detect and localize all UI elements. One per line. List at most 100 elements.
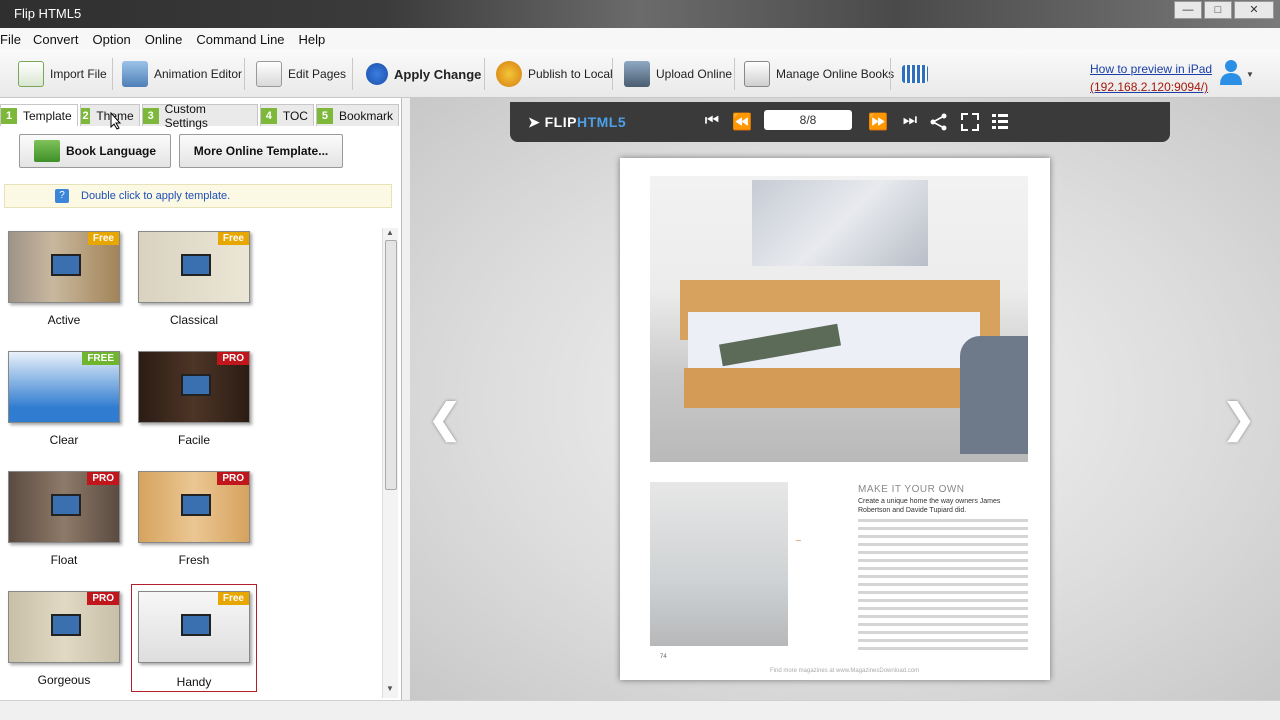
close-button[interactable]: ✕	[1234, 1, 1274, 19]
logo-arrow-icon: ➤	[528, 114, 545, 130]
template-thumbnail: PRO	[8, 471, 120, 543]
maximize-button[interactable]: □	[1204, 1, 1232, 19]
tab-template[interactable]: 1 Template	[0, 104, 78, 126]
text-line	[858, 647, 1028, 650]
bathroom-photo	[650, 482, 788, 646]
page-number-field[interactable]: 8/8	[764, 110, 852, 130]
template-card[interactable]: FREE Clear	[6, 348, 124, 448]
status-bar	[0, 700, 1280, 720]
menu-option[interactable]: Option	[92, 32, 144, 47]
scroll-up-icon[interactable]: ▲	[386, 228, 394, 237]
logo-part-html5: HTML5	[576, 114, 627, 130]
text-line	[858, 623, 1028, 626]
more-online-template-button[interactable]: More Online Template...	[179, 134, 343, 168]
tab-label: Custom Settings	[164, 101, 208, 130]
edit-pages-button[interactable]: Edit Pages	[256, 56, 346, 92]
tab-bookmark[interactable]: 5 Bookmark	[315, 104, 399, 126]
text-line	[858, 527, 1028, 530]
monitor-icon	[181, 254, 211, 276]
publish-to-local-button[interactable]: Publish to Local	[496, 56, 613, 92]
menu-online[interactable]: Online	[145, 32, 197, 47]
preview-ipad-link[interactable]: How to preview in iPad (192.168.2.120:90…	[1090, 60, 1212, 96]
article-column: MAKE IT YOUR OWN Create a unique home th…	[858, 484, 1028, 655]
text-line	[858, 559, 1028, 562]
window-titlebar: Flip HTML5 — □ ✕	[0, 0, 1280, 28]
template-card[interactable]: PRO Fresh	[136, 468, 254, 568]
template-name: Float	[50, 553, 78, 567]
previous-page-icon[interactable]: ⏪	[732, 112, 752, 132]
tab-number: 4	[260, 107, 277, 124]
template-name: Active	[47, 313, 81, 327]
tab-custom-settings[interactable]: 3 Custom Settings	[141, 102, 258, 130]
template-scrollbar[interactable]: ▲ ▼	[382, 228, 398, 698]
animation-editor-button[interactable]: Animation Editor	[122, 56, 242, 92]
upload-online-icon	[624, 61, 650, 87]
template-card[interactable]: PRO Float	[6, 468, 124, 568]
tab-label: Bookmark	[338, 108, 393, 123]
next-page-icon[interactable]: ⏩	[868, 112, 888, 132]
menu-convert[interactable]: Convert	[33, 32, 93, 47]
flip-html5-logo: ➤ FLIPHTML5	[528, 114, 626, 131]
monitor-icon	[181, 374, 211, 396]
monitor-icon	[51, 614, 81, 636]
tab-toc[interactable]: 4 TOC	[259, 104, 314, 126]
first-page-icon[interactable]: ⏮	[702, 112, 722, 130]
manage-books-icon	[744, 61, 770, 87]
share-icon[interactable]	[930, 113, 948, 131]
thumbnails-icon[interactable]	[991, 113, 1009, 131]
cart-button[interactable]	[902, 56, 928, 92]
window-title: Flip HTML5	[14, 6, 82, 21]
template-thumbnail: PRO	[138, 351, 250, 423]
apply-change-label: Apply Change	[394, 66, 482, 82]
fullscreen-icon[interactable]	[961, 113, 979, 131]
tab-number: 1	[1, 107, 17, 124]
tab-number: 5	[316, 107, 333, 124]
apply-change-button[interactable]: Apply Change	[366, 56, 481, 92]
previous-page-arrow-icon[interactable]: ❮	[428, 396, 462, 442]
book-language-button[interactable]: Book Language	[19, 134, 171, 168]
upload-online-button[interactable]: Upload Online	[624, 56, 732, 92]
publish-to-local-label: Publish to Local	[528, 67, 613, 81]
armchair	[960, 336, 1028, 454]
pro-badge: PRO	[217, 352, 249, 365]
tab-number: 3	[142, 107, 159, 124]
template-thumbnail: Free	[138, 591, 250, 663]
last-page-icon[interactable]: ⏭	[900, 112, 920, 130]
user-icon[interactable]	[1218, 58, 1244, 86]
viewer-toolbar: ➤ FLIPHTML5 ⏮ ⏪ 8/8 ⏩ ⏭	[510, 102, 1170, 142]
article-heading: MAKE IT YOUR OWN	[858, 484, 965, 495]
settings-panel: 1 Template 2 Theme 3 Custom Settings 4 T…	[0, 98, 402, 708]
template-name: Classical	[169, 313, 218, 327]
pro-badge: PRO	[87, 472, 119, 485]
menu-help[interactable]: Help	[299, 32, 334, 47]
template-name: Clear	[49, 433, 79, 447]
template-card[interactable]: Free Classical	[136, 228, 254, 328]
import-file-button[interactable]: Import File	[18, 56, 107, 92]
scrollbar-thumb[interactable]	[385, 240, 397, 490]
article-subheading: Create a unique home the way owners Jame…	[858, 498, 1001, 514]
template-card-selected[interactable]: Free Handy	[131, 584, 257, 692]
preview-ipad-address[interactable]: (192.168.2.120:9094/)	[1090, 78, 1212, 96]
preview-ipad-text[interactable]: How to preview in iPad	[1090, 60, 1212, 78]
template-name: Fresh	[178, 553, 210, 567]
toolbar-divider	[352, 58, 353, 90]
template-card[interactable]: Free Active	[6, 228, 124, 328]
scroll-down-icon[interactable]: ▼	[386, 684, 394, 693]
manage-online-books-button[interactable]: Manage Online Books	[744, 56, 894, 92]
window-controls: — □ ✕	[1174, 1, 1274, 19]
book-language-label: Book Language	[65, 144, 156, 158]
tab-number: 2	[80, 107, 91, 124]
user-dropdown-icon[interactable]: ▼	[1246, 70, 1254, 79]
template-card[interactable]: PRO Facile	[136, 348, 254, 448]
text-line	[858, 551, 1028, 554]
book-language-icon	[33, 140, 60, 162]
menu-command-line[interactable]: Command Line	[196, 32, 298, 47]
minimize-button[interactable]: —	[1174, 1, 1202, 19]
template-name: Facile	[177, 433, 210, 447]
text-line	[858, 575, 1028, 578]
menu-file[interactable]: File	[0, 32, 33, 47]
template-card[interactable]: PRO Gorgeous	[6, 588, 124, 688]
text-line	[858, 639, 1028, 642]
caption-column: —	[796, 538, 848, 545]
next-page-arrow-icon[interactable]: ❯	[1222, 396, 1256, 442]
